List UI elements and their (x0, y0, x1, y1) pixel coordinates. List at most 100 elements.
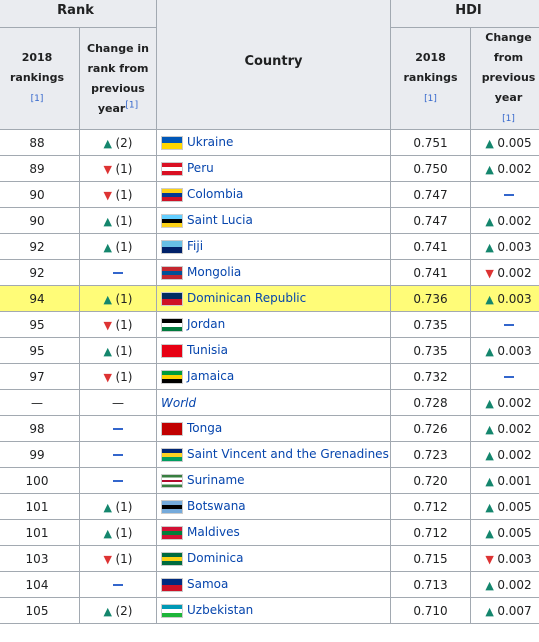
decrease-triangle-icon: ▼ (103, 318, 116, 332)
country-link[interactable]: Dominica (187, 551, 244, 565)
change-value: (1) (115, 343, 133, 358)
table-row: 90 ▲ (1) Saint Lucia 0.747 ▲ 0.002 (0, 207, 539, 234)
increase-triangle-icon: ▲ (485, 396, 498, 410)
table-row: — — World 0.728 ▲ 0.002 (0, 389, 539, 416)
hdi-change-cell: ▲ 0.005 (469, 493, 539, 520)
flag-icon (161, 525, 183, 540)
hdi-cell: 0.751 (390, 129, 471, 156)
country-link[interactable]: Tonga (187, 421, 222, 435)
change-value: 0.005 (497, 135, 532, 150)
country-link[interactable]: Jamaica (187, 369, 234, 383)
steady-dash-icon (113, 454, 123, 456)
table-row: 95 ▼ (1) Jordan 0.735 (0, 311, 539, 338)
increase-triangle-icon: ▲ (485, 500, 498, 514)
hdi-group-header[interactable]: HDI (389, 0, 539, 28)
rank-change-cell (79, 467, 157, 494)
rank-change-cell: — (79, 389, 157, 416)
change-value: (1) (115, 525, 133, 540)
country-link[interactable]: Botswana (187, 499, 246, 513)
hdi-change-cell: ▲ 0.002 (469, 389, 539, 416)
steady-dash-icon (113, 272, 123, 274)
country-link[interactable]: World (161, 396, 196, 410)
change-value: — (112, 395, 124, 410)
rank-change-cell (79, 415, 157, 442)
increase-triangle-icon: ▲ (485, 344, 498, 358)
steady-dash-icon (503, 376, 514, 378)
decrease-triangle-icon: ▼ (485, 266, 498, 280)
country-link[interactable]: Suriname (187, 473, 245, 487)
reference-link[interactable]: [1] (502, 114, 515, 124)
country-link[interactable]: Peru (187, 161, 214, 175)
change-value: 0.007 (497, 603, 532, 618)
change-value: 0.002 (497, 395, 532, 410)
hdi-change-header[interactable]: Change from previous year [1] (469, 27, 539, 130)
rank-change-header[interactable]: Change in rank from previous year[1] (79, 27, 157, 130)
country-link[interactable]: Colombia (187, 187, 243, 201)
rank-cell: 90 (0, 181, 80, 208)
hdi-cell: 0.712 (390, 493, 471, 520)
change-value: (2) (115, 603, 133, 618)
rank-change-cell (79, 571, 157, 598)
country-link[interactable]: Maldives (187, 525, 240, 539)
rank-cell: 104 (0, 571, 80, 598)
hdi-change-cell: ▼ 0.002 (469, 259, 539, 286)
rank-cell: 92 (0, 259, 80, 286)
change-value: 0.001 (497, 473, 532, 488)
change-value: (2) (115, 135, 133, 150)
increase-triangle-icon: ▲ (485, 162, 498, 176)
reference-link[interactable]: [1] (31, 94, 44, 104)
increase-triangle-icon: ▲ (485, 604, 498, 618)
rank-group-header[interactable]: Rank (0, 0, 157, 28)
rank-change-cell: ▲ (2) (79, 129, 157, 156)
hdi-cell: 0.732 (390, 363, 471, 390)
hdi-cell: 0.715 (390, 545, 471, 572)
rank-change-cell: ▲ (1) (79, 493, 157, 520)
country-cell: Tonga (156, 415, 391, 442)
rank-cell: 101 (0, 519, 80, 546)
country-link[interactable]: Uzbekistan (187, 603, 253, 617)
rank-cell: 97 (0, 363, 80, 390)
country-link[interactable]: Saint Lucia (187, 213, 253, 227)
table-row: 101 ▲ (1) Botswana 0.712 ▲ 0.005 (0, 493, 539, 520)
change-value: (1) (115, 161, 133, 176)
rank-change-cell: ▲ (1) (79, 233, 157, 260)
rank-cell: 95 (0, 311, 80, 338)
change-value: 0.003 (497, 239, 532, 254)
table-row: 92 Mongolia 0.741 ▼ 0.002 (0, 259, 539, 286)
country-header[interactable]: Country (156, 0, 391, 130)
hdi-change-cell: ▲ 0.005 (469, 519, 539, 546)
country-link[interactable]: Jordan (187, 317, 225, 331)
country-cell: Ukraine (156, 129, 391, 156)
rank-2018-header[interactable]: 2018 rankings [1] (0, 27, 80, 130)
hdi-cell: 0.713 (390, 571, 471, 598)
rank-change-cell: ▼ (1) (79, 311, 157, 338)
increase-triangle-icon: ▲ (485, 214, 498, 228)
decrease-triangle-icon: ▼ (103, 162, 116, 176)
increase-triangle-icon: ▲ (485, 422, 498, 436)
country-link[interactable]: Saint Vincent and the Grenadines (187, 447, 389, 461)
country-cell: World (156, 389, 391, 416)
decrease-triangle-icon: ▼ (103, 370, 116, 384)
increase-triangle-icon: ▲ (103, 526, 116, 540)
change-value: 0.005 (497, 499, 532, 514)
country-link[interactable]: Tunisia (187, 343, 228, 357)
reference-link[interactable]: [1] (424, 94, 437, 104)
hdi-2018-header[interactable]: 2018 rankings [1] (390, 27, 471, 130)
flag-icon (161, 343, 183, 358)
hdi-cell: 0.735 (390, 311, 471, 338)
hdi-change-cell: ▲ 0.003 (469, 233, 539, 260)
change-value: (1) (115, 291, 133, 306)
country-link[interactable]: Samoa (187, 577, 228, 591)
country-link[interactable]: Fiji (187, 239, 203, 253)
hdi-change-cell: ▲ 0.002 (469, 207, 539, 234)
country-link[interactable]: Ukraine (187, 135, 233, 149)
rank-change-cell: ▼ (1) (79, 363, 157, 390)
increase-triangle-icon: ▲ (103, 136, 116, 150)
flag-icon (161, 421, 183, 436)
increase-triangle-icon: ▲ (485, 292, 498, 306)
hdi-cell: 0.723 (390, 441, 471, 468)
country-link[interactable]: Dominican Republic (187, 291, 306, 305)
flag-icon (161, 473, 183, 488)
country-link[interactable]: Mongolia (187, 265, 241, 279)
reference-link[interactable]: [1] (125, 100, 138, 110)
